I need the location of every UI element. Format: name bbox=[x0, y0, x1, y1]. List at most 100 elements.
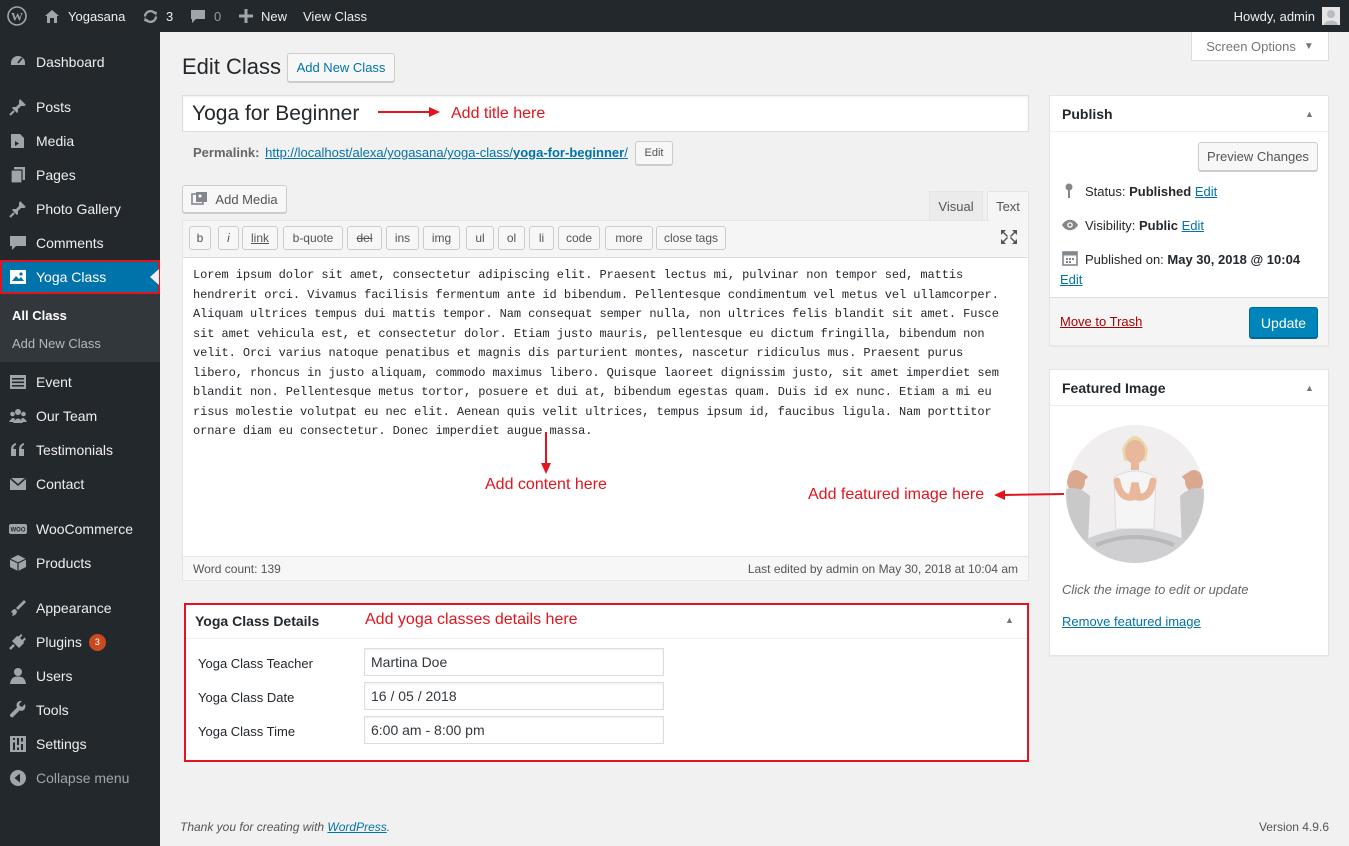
quicktag-more-button[interactable]: more bbox=[605, 226, 653, 250]
sidebar-item-label: Photo Gallery bbox=[36, 201, 121, 217]
sidebar-item-collapse-menu[interactable]: Collapse menu bbox=[0, 761, 160, 795]
mail-icon bbox=[0, 475, 36, 493]
move-to-trash-link[interactable]: Move to Trash bbox=[1060, 314, 1142, 329]
quicktag-del-button[interactable]: del bbox=[347, 226, 382, 250]
sidebar-item-photo-gallery[interactable]: Photo Gallery bbox=[0, 192, 160, 226]
quicktag-img-button[interactable]: img bbox=[423, 226, 460, 250]
quicktag-i-button[interactable]: i bbox=[218, 226, 239, 250]
updates-link[interactable]: 3 bbox=[142, 0, 173, 32]
date-label: Yoga Class Date bbox=[198, 690, 295, 705]
tab-visual[interactable]: Visual bbox=[929, 191, 983, 220]
sidebar-item-label: Our Team bbox=[36, 408, 98, 424]
woo-icon: WOO bbox=[0, 520, 36, 538]
details-toggle-icon[interactable]: ▲ bbox=[1005, 615, 1014, 625]
permalink-link[interactable]: http://localhost/alexa/yogasana/yoga-cla… bbox=[265, 145, 628, 160]
permalink-label: Permalink: bbox=[193, 145, 260, 160]
featured-toggle-icon[interactable]: ▲ bbox=[1305, 383, 1314, 393]
date-input[interactable]: 16 / 05 / 2018 bbox=[364, 682, 664, 710]
quicktag-ol-button[interactable]: ol bbox=[498, 226, 525, 250]
quicktag-b-button[interactable]: b bbox=[189, 226, 211, 250]
sidebar-item-event[interactable]: Event bbox=[0, 365, 160, 399]
preview-changes-button[interactable]: Preview Changes bbox=[1198, 142, 1318, 171]
submenu-all-class[interactable]: All Class bbox=[12, 308, 67, 323]
sidebar-item-comments[interactable]: Comments bbox=[0, 226, 160, 260]
time-input[interactable]: 6:00 am - 8:00 pm bbox=[364, 716, 664, 744]
quicktag-close-tags-button[interactable]: close tags bbox=[656, 226, 726, 250]
sidebar-item-label: Products bbox=[36, 555, 92, 571]
quicktag-li-button[interactable]: li bbox=[529, 226, 554, 250]
sidebar-item-appearance[interactable]: Appearance bbox=[0, 591, 160, 625]
sidebar-item-pages[interactable]: Pages bbox=[0, 158, 160, 192]
screen-options-button[interactable]: Screen Options ▼ bbox=[1191, 32, 1329, 61]
yoga-class-submenu: All Class Add New Class bbox=[0, 294, 160, 362]
update-button[interactable]: Update bbox=[1249, 307, 1318, 338]
avatar bbox=[1322, 7, 1340, 25]
updates-count: 3 bbox=[166, 8, 174, 24]
sidebar-item-label: Yoga Class bbox=[36, 269, 107, 285]
home-icon bbox=[44, 9, 60, 24]
svg-text:WOO: WOO bbox=[11, 528, 26, 534]
quicktag-b-quote-button[interactable]: b-quote bbox=[283, 226, 343, 250]
sidebar-item-label: WooCommerce bbox=[36, 521, 133, 537]
comment-icon bbox=[0, 234, 36, 252]
sidebar-item-dashboard[interactable]: Dashboard bbox=[0, 45, 160, 79]
sidebar-item-testimonials[interactable]: Testimonials bbox=[0, 433, 160, 467]
sidebar-item-settings[interactable]: Settings bbox=[0, 727, 160, 761]
sidebar-item-posts[interactable]: Posts bbox=[0, 90, 160, 124]
published-edit-link[interactable]: Edit bbox=[1060, 272, 1082, 287]
published-value: May 30, 2018 @ 10:04 bbox=[1167, 252, 1301, 267]
dashboard-icon bbox=[0, 53, 36, 71]
sidebar-item-label: Dashboard bbox=[36, 54, 105, 70]
sidebar-item-our-team[interactable]: Our Team bbox=[0, 399, 160, 433]
publish-title: Publish bbox=[1062, 106, 1113, 122]
sidebar-item-label: Settings bbox=[36, 736, 87, 752]
footer-thanks: Thank you for creating with WordPress. bbox=[180, 820, 390, 834]
status-edit-link[interactable]: Edit bbox=[1195, 184, 1217, 199]
sidebar-item-tools[interactable]: Tools bbox=[0, 693, 160, 727]
teacher-input[interactable]: Martina Doe bbox=[364, 648, 664, 676]
quicktag-link-button[interactable]: link bbox=[242, 226, 278, 250]
quicktag-ul-button[interactable]: ul bbox=[466, 226, 494, 250]
sidebar-item-label: Tools bbox=[36, 702, 69, 718]
sidebar-item-products[interactable]: Products bbox=[0, 546, 160, 580]
add-new-class-button[interactable]: Add New Class bbox=[287, 53, 395, 82]
wordpress-link[interactable]: WordPress bbox=[327, 820, 386, 834]
tab-text[interactable]: Text bbox=[987, 191, 1029, 221]
permalink-edit-button[interactable]: Edit bbox=[635, 141, 673, 165]
sidebar-item-label: Posts bbox=[36, 99, 72, 115]
new-label: New bbox=[261, 8, 288, 24]
sidebar-item-yoga-class[interactable]: Yoga Class bbox=[0, 260, 160, 294]
comments-link[interactable]: 0 bbox=[190, 0, 221, 32]
featured-image[interactable] bbox=[1062, 421, 1208, 567]
teacher-label: Yoga Class Teacher bbox=[198, 656, 313, 671]
site-name-link[interactable]: Yogasana bbox=[44, 0, 125, 32]
pushpin-icon bbox=[0, 98, 36, 116]
visibility-edit-link[interactable]: Edit bbox=[1182, 218, 1204, 233]
sidebar-item-media[interactable]: Media bbox=[0, 124, 160, 158]
sidebar-item-contact[interactable]: Contact bbox=[0, 467, 160, 501]
remove-featured-image-link[interactable]: Remove featured image bbox=[1062, 614, 1201, 629]
sidebar-item-woocommerce[interactable]: WOO WooCommerce bbox=[0, 512, 160, 546]
submenu-add-new-class[interactable]: Add New Class bbox=[12, 336, 101, 351]
word-count: Word count: 139 bbox=[193, 562, 281, 576]
view-class-link[interactable]: View Class bbox=[303, 0, 367, 32]
add-media-button[interactable]: Add Media bbox=[182, 185, 287, 213]
title-input[interactable]: Yoga for Beginner bbox=[182, 95, 1029, 132]
screen-options-label: Screen Options bbox=[1206, 38, 1296, 54]
fullscreen-icon[interactable] bbox=[1000, 229, 1018, 245]
arrow-left-icon bbox=[994, 489, 1064, 501]
wordpress-logo-icon[interactable]: W bbox=[7, 0, 27, 32]
quicktag-code-button[interactable]: code bbox=[558, 226, 600, 250]
my-account-link[interactable]: Howdy, admin bbox=[1234, 0, 1340, 32]
media-icon bbox=[0, 132, 36, 150]
permalink-end: / bbox=[624, 145, 628, 160]
new-content-link[interactable]: New bbox=[239, 0, 287, 32]
published-row: Published on: May 30, 2018 @ 10:04 bbox=[1085, 252, 1300, 267]
status-value: Published bbox=[1129, 184, 1192, 199]
sidebar-item-users[interactable]: Users bbox=[0, 659, 160, 693]
pages-icon bbox=[0, 166, 36, 184]
quicktag-ins-button[interactable]: ins bbox=[386, 226, 419, 250]
publish-toggle-icon[interactable]: ▲ bbox=[1305, 109, 1314, 119]
content-textarea[interactable]: Lorem ipsum dolor sit amet, consectetur … bbox=[193, 266, 1019, 442]
sidebar-item-plugins[interactable]: Plugins 3 bbox=[0, 625, 160, 659]
